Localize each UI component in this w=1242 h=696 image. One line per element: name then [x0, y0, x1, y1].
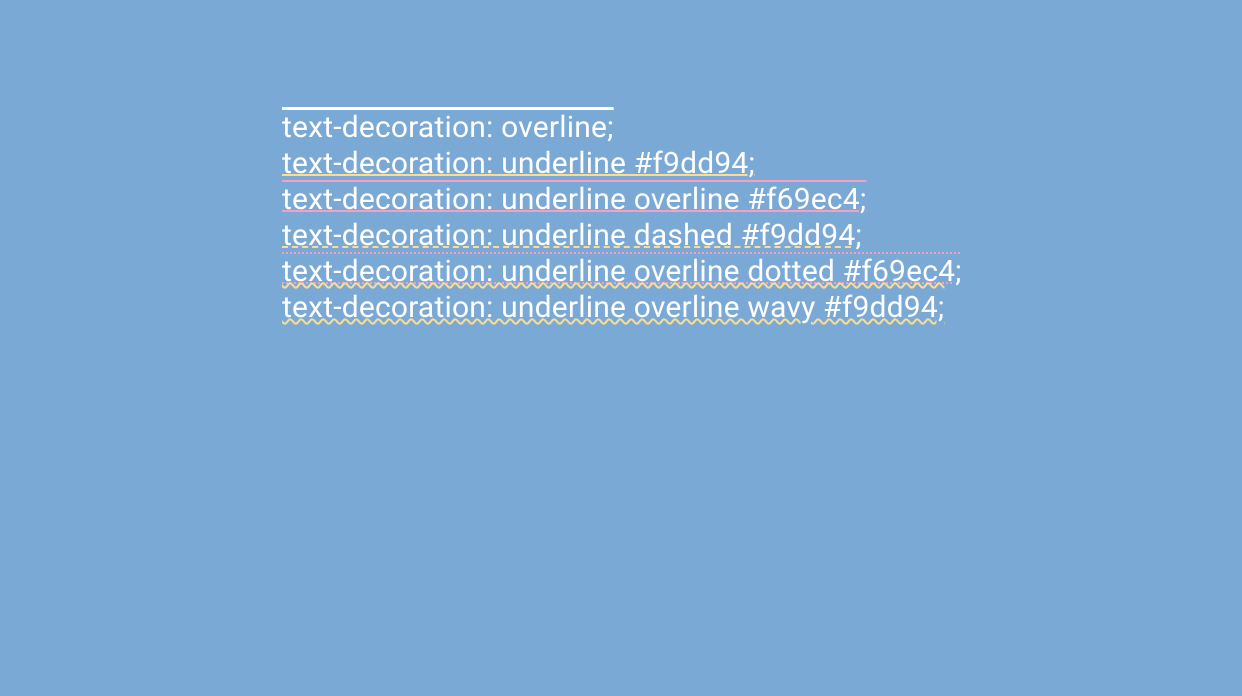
example-underline-overline-wavy-yellow: text-decoration: underline overline wavy…: [282, 290, 944, 325]
example-overline: text-decoration: overline;: [282, 110, 614, 145]
example-underline-overline-pink: text-decoration: underline overline #f69…: [282, 182, 866, 217]
example-underline-overline-dotted-pink: text-decoration: underline overline dott…: [282, 254, 962, 289]
example-underline-yellow: text-decoration: underline #f9dd94;: [282, 146, 755, 181]
example-underline-dashed-yellow: text-decoration: underline dashed #f9dd9…: [282, 218, 862, 253]
example-stage: text-decoration: overline; text-decorati…: [0, 0, 1242, 696]
